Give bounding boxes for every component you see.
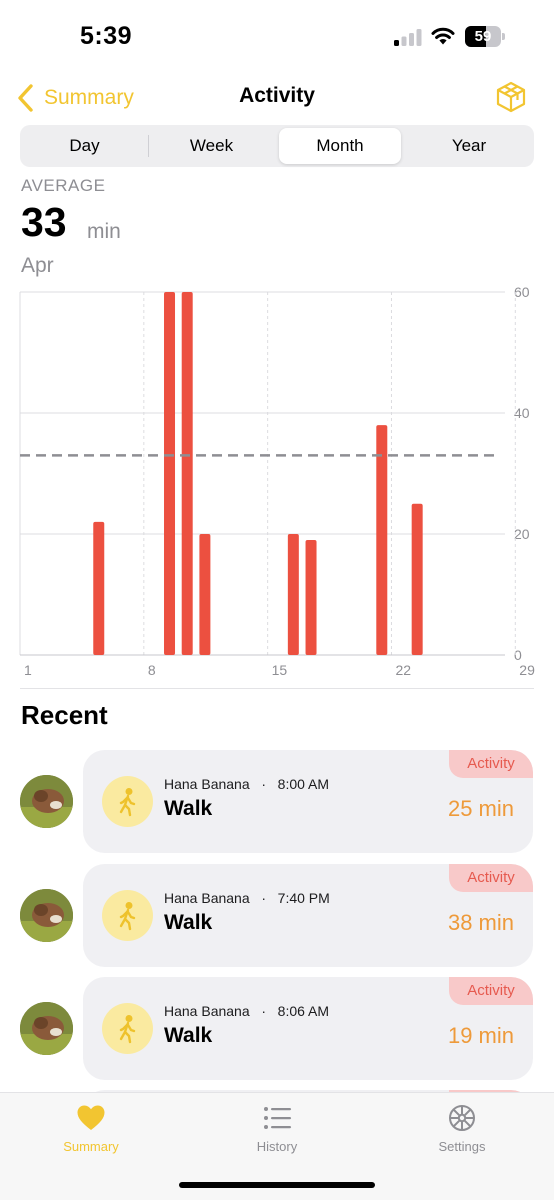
x-tick-label: 22 xyxy=(395,662,411,678)
activity-card[interactable]: Hana Banana · 7:40 PM Walk 38 min Activi… xyxy=(83,864,533,967)
activity-title: Walk xyxy=(164,1024,213,1047)
recent-row: Hana Banana · 8:00 AM Walk 25 min Activi… xyxy=(0,750,554,853)
chart-bar xyxy=(376,425,388,655)
wifi-icon xyxy=(431,27,455,45)
recent-row: Hana Banana · 7:40 PM Walk 38 min Activi… xyxy=(0,864,554,967)
battery-indicator: 59 xyxy=(465,26,505,47)
tab-summary-label: Summary xyxy=(63,1139,119,1154)
activity-bar-chart: 02040601 8 15 22 29 xyxy=(19,284,535,678)
tab-history[interactable]: History xyxy=(207,1093,347,1163)
avatar xyxy=(20,889,73,942)
activity-meta: Hana Banana · 7:40 PM xyxy=(164,890,330,906)
activity-badge: Activity xyxy=(449,864,533,892)
y-tick-label: 40 xyxy=(514,405,530,421)
chart-bar xyxy=(287,534,299,655)
activity-meta: Hana Banana · 8:06 AM xyxy=(164,1003,330,1019)
average-unit: min xyxy=(87,220,121,243)
status-time: 5:39 xyxy=(80,22,133,50)
time-range-segmented-control: Day Week Month Year xyxy=(20,125,534,167)
activity-title: Walk xyxy=(164,911,213,934)
x-tick-label: 15 xyxy=(272,662,288,678)
tab-history-label: History xyxy=(256,1139,298,1154)
segment-year[interactable]: Year xyxy=(407,128,531,164)
activity-duration: 38 min xyxy=(447,910,514,935)
average-value: 33 xyxy=(21,199,67,245)
activity-duration: 25 min xyxy=(447,796,514,821)
recent-heading: Recent xyxy=(21,700,108,730)
gear-icon xyxy=(449,1105,475,1131)
cellular-signal-icon xyxy=(394,29,422,46)
cube-icon[interactable] xyxy=(494,80,528,114)
y-tick-label: 60 xyxy=(514,284,530,300)
activity-duration: 19 min xyxy=(447,1023,514,1048)
chart-bar xyxy=(199,534,211,655)
chart-bar xyxy=(93,521,105,655)
segment-week[interactable]: Week xyxy=(150,128,273,164)
tab-settings[interactable]: Settings xyxy=(392,1093,532,1163)
list-icon xyxy=(264,1107,291,1129)
segment-day[interactable]: Day xyxy=(23,128,146,164)
average-label: AVERAGE xyxy=(21,176,106,195)
chart-bar xyxy=(181,292,193,655)
back-label: Summary xyxy=(44,86,134,109)
activity-card[interactable]: Hana Banana · 8:06 AM Walk 19 min Activi… xyxy=(83,977,533,1080)
chart-bar xyxy=(164,292,176,655)
avatar xyxy=(20,1002,73,1055)
chevron-left-icon xyxy=(18,84,33,112)
activity-card[interactable]: Hana Banana · 8:00 AM Walk 25 min Activi… xyxy=(83,750,533,853)
activity-meta: Hana Banana · 8:00 AM xyxy=(164,776,330,792)
average-period: Apr xyxy=(21,254,54,277)
section-divider xyxy=(20,688,534,689)
recent-row: Hana Banana · 8:06 AM Walk 19 min Activi… xyxy=(0,977,554,1080)
walk-icon xyxy=(102,890,153,941)
segment-month[interactable]: Month xyxy=(279,128,401,164)
x-tick-label: 8 xyxy=(148,662,156,678)
x-tick-label: 29 xyxy=(519,662,535,678)
activity-badge: Activity xyxy=(449,750,533,778)
y-tick-label: 20 xyxy=(514,526,530,542)
walk-icon xyxy=(102,1003,153,1054)
activity-badge: Activity xyxy=(449,977,533,1005)
x-tick-label: 1 xyxy=(24,662,32,678)
tab-summary[interactable]: Summary xyxy=(21,1093,161,1163)
chart-bar xyxy=(411,503,423,655)
chart-bar xyxy=(305,540,317,655)
back-button[interactable]: Summary xyxy=(14,82,134,114)
activity-title: Walk xyxy=(164,797,213,820)
battery-percent: 59 xyxy=(474,28,492,45)
heart-icon xyxy=(77,1105,105,1130)
walk-icon xyxy=(102,776,153,827)
home-indicator xyxy=(179,1182,375,1188)
status-bar: 5:39 59 xyxy=(0,0,554,76)
tab-settings-label: Settings xyxy=(438,1139,486,1154)
avatar xyxy=(20,775,73,828)
